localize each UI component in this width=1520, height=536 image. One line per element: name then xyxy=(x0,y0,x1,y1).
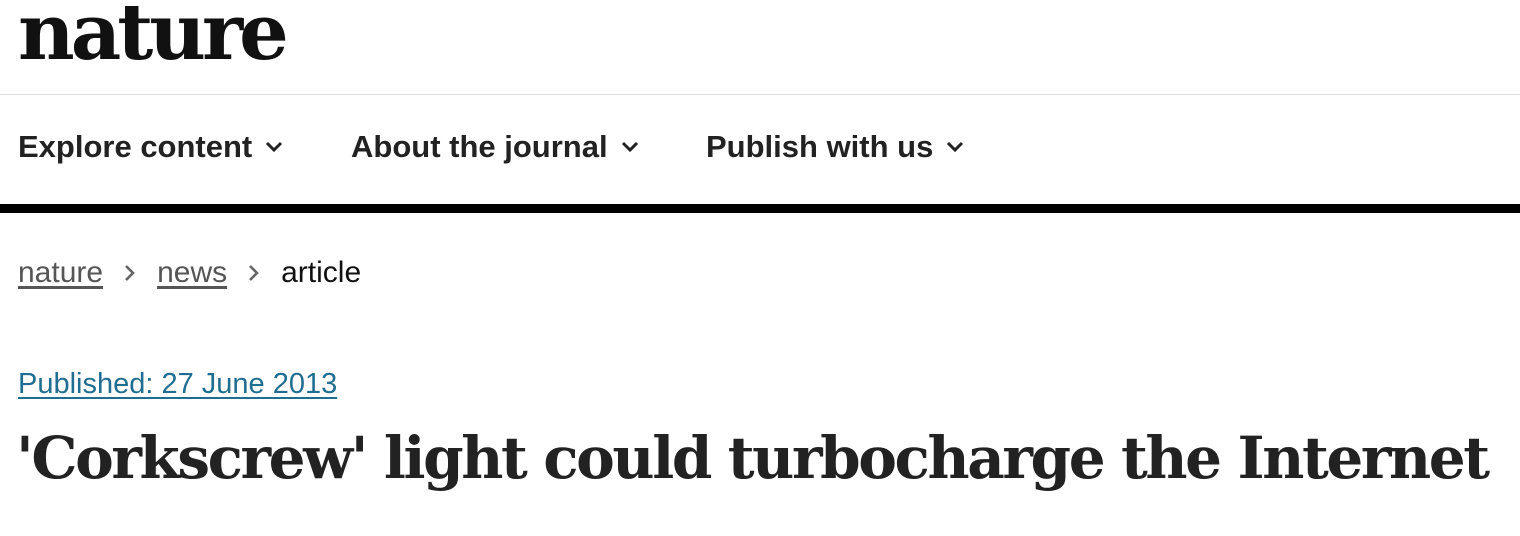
chevron-down-icon xyxy=(947,141,964,153)
chevron-down-icon xyxy=(621,141,638,153)
breadcrumb: nature news article xyxy=(18,256,361,290)
breadcrumb-nature[interactable]: nature xyxy=(18,256,103,290)
main-nav: Explore content About the journal Publis… xyxy=(0,95,1520,204)
nav-about-journal[interactable]: About the journal xyxy=(351,129,640,165)
breadcrumb-news[interactable]: news xyxy=(157,256,227,290)
site-header: nature xyxy=(0,0,1520,95)
chevron-down-icon xyxy=(266,141,283,153)
chevron-right-icon xyxy=(125,265,135,281)
nav-item-label: Publish with us xyxy=(706,129,934,164)
nav-item-label: Explore content xyxy=(18,129,253,164)
article-title: 'Corkscrew' light could turbocharge the … xyxy=(16,424,1490,492)
nature-logo[interactable]: nature xyxy=(18,0,289,72)
nav-divider xyxy=(0,204,1520,213)
breadcrumb-current: article xyxy=(281,256,362,289)
nav-item-label: About the journal xyxy=(351,129,608,164)
nav-explore-content[interactable]: Explore content xyxy=(18,129,284,165)
published-date-link[interactable]: Published: 27 June 2013 xyxy=(18,368,337,401)
nav-publish-with-us[interactable]: Publish with us xyxy=(706,129,965,165)
chevron-right-icon xyxy=(249,265,259,281)
